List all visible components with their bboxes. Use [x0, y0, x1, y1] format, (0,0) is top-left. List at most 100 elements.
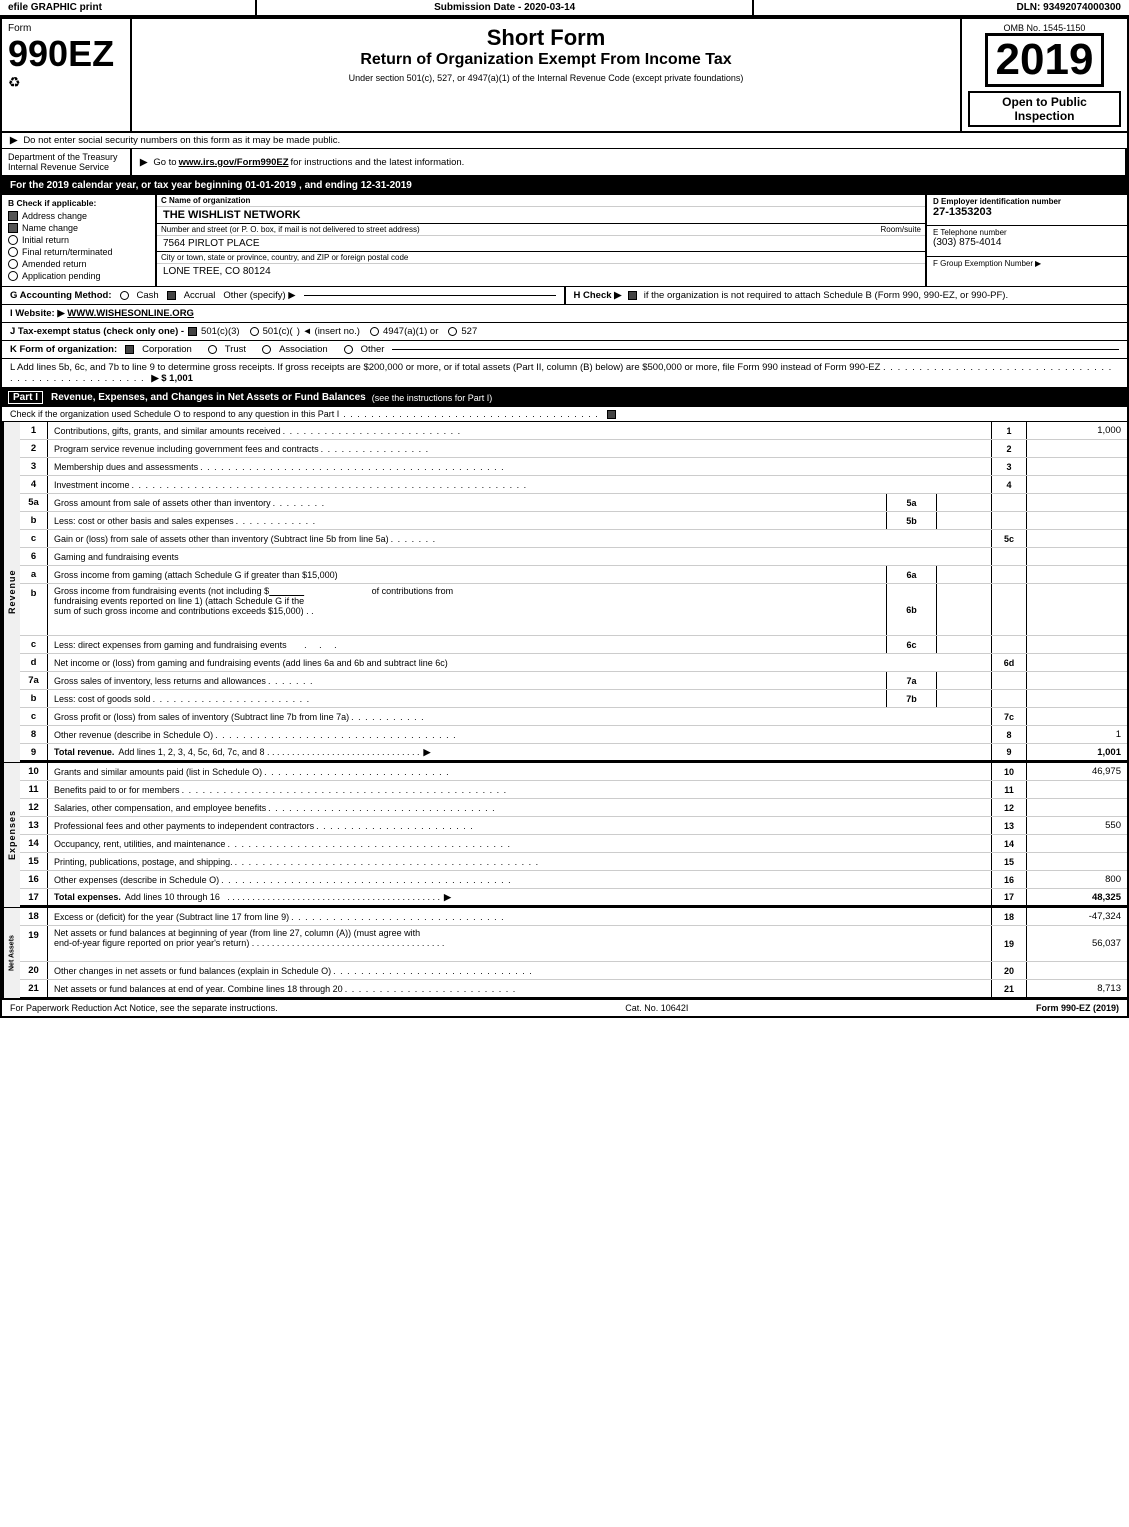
other-radio[interactable]	[344, 345, 353, 354]
row-line-num: 18	[992, 908, 1027, 925]
revenue-side-label: Revenue	[2, 422, 20, 762]
schedule-text: Check if the organization used Schedule …	[10, 409, 339, 419]
tax-527-radio[interactable]	[448, 327, 457, 336]
main-wrapper: Form 990EZ ♻ Short Form Return of Organi…	[0, 17, 1129, 1018]
footer-right: Form 990-EZ (2019)	[1036, 1003, 1119, 1013]
tax-501c3-check[interactable]	[188, 327, 197, 336]
amended-radio[interactable]	[8, 259, 18, 269]
l-row: L Add lines 5b, 6c, and 7b to line 9 to …	[2, 359, 1127, 389]
initial-return-row[interactable]: Initial return	[8, 235, 149, 245]
trust-label: Trust	[225, 344, 246, 355]
amended-return-row[interactable]: Amended return	[8, 259, 149, 269]
grp-section: F Group Exemption Number ▶	[927, 257, 1127, 287]
row-desc: Total revenue.Add lines 1, 2, 3, 4, 5c, …	[48, 744, 992, 760]
row-value	[1027, 458, 1127, 475]
row-value: 46,975	[1027, 763, 1127, 780]
corp-check[interactable]	[125, 345, 134, 354]
footer-mid: Cat. No. 10642I	[625, 1003, 688, 1013]
page-wrapper: efile GRAPHIC print Submission Date - 20…	[0, 0, 1129, 1018]
table-row: a Gross income from gaming (attach Sched…	[20, 566, 1127, 584]
k-label: K Form of organization:	[10, 344, 117, 355]
row-line-num: 12	[992, 799, 1027, 816]
row-value	[1027, 708, 1127, 725]
row-line-num	[992, 566, 1027, 583]
irs-label: Internal Revenue Service	[8, 162, 124, 172]
name-checkbox[interactable]	[8, 223, 18, 233]
table-row: 9 Total revenue.Add lines 1, 2, 3, 4, 5c…	[20, 744, 1127, 762]
trust-radio[interactable]	[208, 345, 217, 354]
row-desc: Program service revenue including govern…	[48, 440, 992, 457]
tax-501c-radio[interactable]	[250, 327, 259, 336]
final-return-label: Final return/terminated	[22, 247, 113, 257]
dept-notice-row: Department of the Treasury Internal Reve…	[2, 149, 1127, 177]
app-pending-label: Application pending	[22, 271, 101, 281]
tax-4947-label: 4947(a)(1) or	[383, 326, 438, 337]
form-title-section: Short Form Return of Organization Exempt…	[132, 19, 962, 131]
row-desc: Gross amount from sale of assets other t…	[48, 494, 887, 511]
row-line-num	[992, 672, 1027, 689]
year-row: For the 2019 calendar year, or tax year …	[2, 177, 1127, 195]
l-arrow: ▶ $ 1,001	[151, 373, 193, 384]
row-desc: Gain or (loss) from sale of assets other…	[48, 530, 992, 547]
row-num: 5a	[20, 494, 48, 511]
row-value	[1027, 835, 1127, 852]
row-value: 48,325	[1027, 889, 1127, 905]
table-row: b Gross income from fundraising events (…	[20, 584, 1127, 636]
row-line-num: 5c	[992, 530, 1027, 547]
row-desc: Other changes in net assets or fund bala…	[48, 962, 992, 979]
other-label: Other	[361, 344, 385, 355]
row-desc: Gross income from fundraising events (no…	[48, 584, 887, 635]
address-change-row[interactable]: Address change	[8, 211, 149, 221]
form-header: Form 990EZ ♻ Short Form Return of Organi…	[2, 19, 1127, 133]
row-num: c	[20, 530, 48, 547]
table-row: 17 Total expenses.Add lines 10 through 1…	[20, 889, 1127, 907]
tax-4947-radio[interactable]	[370, 327, 379, 336]
h-section: H Check ▶ if the organization is not req…	[566, 287, 1128, 304]
row-value	[1027, 654, 1127, 671]
final-return-row[interactable]: Final return/terminated	[8, 247, 149, 257]
row-line-num: 4	[992, 476, 1027, 493]
final-radio[interactable]	[8, 247, 18, 257]
row-line-num: 20	[992, 962, 1027, 979]
notice-text-1: Do not enter social security numbers on …	[23, 135, 340, 146]
cash-radio[interactable]	[120, 291, 129, 300]
schedule-checkbox[interactable]	[607, 410, 616, 419]
notice-row-1: ▶ Do not enter social security numbers o…	[2, 133, 1127, 149]
accrual-checkbox[interactable]	[167, 291, 176, 300]
row-desc: Gaming and fundraising events	[48, 548, 992, 565]
arrow-1: ▶	[10, 135, 17, 146]
tel-section: E Telephone number (303) 875-4014	[927, 226, 1127, 257]
row-value	[1027, 512, 1127, 529]
row-line-num: 2	[992, 440, 1027, 457]
address-checkbox[interactable]	[8, 211, 18, 221]
initial-radio[interactable]	[8, 235, 18, 245]
table-row: d Net income or (loss) from gaming and f…	[20, 654, 1127, 672]
table-row: 11 Benefits paid to or for members. . . …	[20, 781, 1127, 799]
row-desc: Gross income from gaming (attach Schedul…	[48, 566, 887, 583]
row-sub-val	[937, 672, 992, 689]
name-change-row[interactable]: Name change	[8, 223, 149, 233]
net-assets-section: Net Assets 18 Excess or (deficit) for th…	[2, 907, 1127, 998]
row-line-num: 15	[992, 853, 1027, 870]
j-label: J Tax-exempt status (check only one) -	[10, 326, 184, 337]
footer-left: For Paperwork Reduction Act Notice, see …	[10, 1003, 278, 1013]
city-value: LONE TREE, CO 80124	[157, 264, 925, 279]
row-line-num: 16	[992, 871, 1027, 888]
row-line-num: 14	[992, 835, 1027, 852]
tax-501c-label: 501(c)(	[263, 326, 293, 337]
h-checkbox[interactable]	[628, 291, 637, 300]
row-num: 20	[20, 962, 48, 979]
table-row: 21 Net assets or fund balances at end of…	[20, 980, 1127, 998]
app-radio[interactable]	[8, 271, 18, 281]
row-line-num	[992, 548, 1027, 565]
h-check-text: H Check ▶	[574, 290, 622, 301]
row-desc: Investment income. . . . . . . . . . . .…	[48, 476, 992, 493]
row-num: 9	[20, 744, 48, 760]
app-pending-row[interactable]: Application pending	[8, 271, 149, 281]
row-sub: 7b	[887, 690, 937, 707]
row-value: 800	[1027, 871, 1127, 888]
k-row: K Form of organization: Corporation Trus…	[2, 341, 1127, 359]
assoc-radio[interactable]	[262, 345, 271, 354]
row-desc: Occupancy, rent, utilities, and maintena…	[48, 835, 992, 852]
row-desc: Gross sales of inventory, less returns a…	[48, 672, 887, 689]
